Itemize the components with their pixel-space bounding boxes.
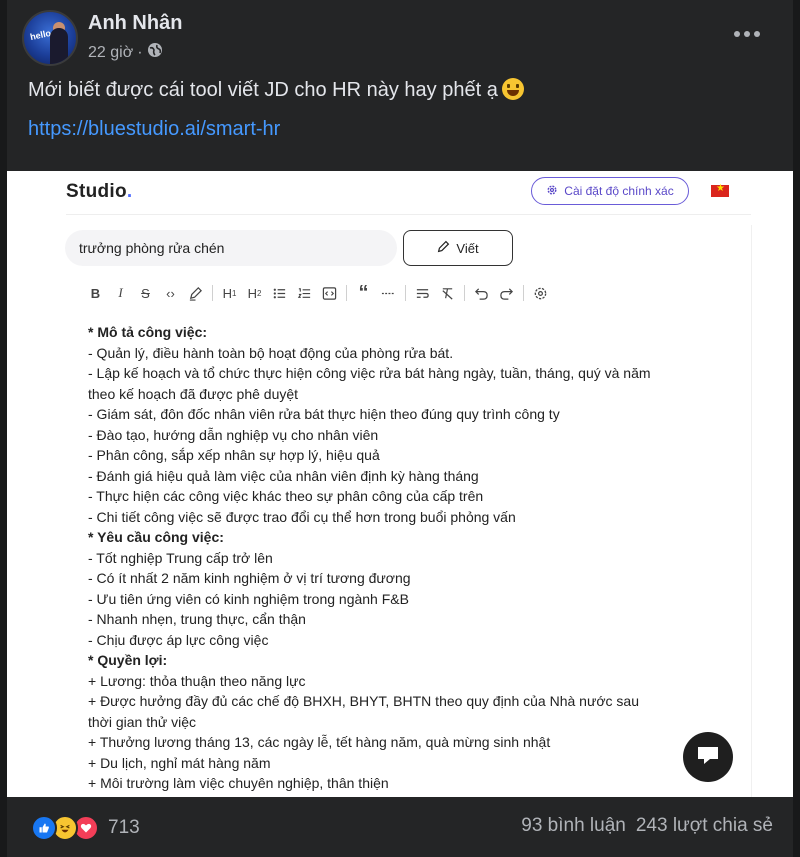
author-name[interactable]: Anh Nhân [88,12,182,35]
content-line: - Lập kế hoạch và tổ chức thực hiện công… [88,365,651,381]
globe-icon [147,42,163,63]
post-header: hello Anh Nhân 22 giờ · [22,10,762,66]
studio-logo-text: Studio [66,181,127,202]
toolbar-separator [346,285,347,301]
avatar[interactable]: hello [22,10,78,66]
bullet-list-icon[interactable] [267,283,292,303]
post-text-content: Mới biết được cái tool viết JD cho HR nà… [28,79,498,101]
content-line: - Chi tiết công việc sẽ được trao đổi cụ… [88,508,516,525]
reactions-summary[interactable]: 713 [31,815,140,841]
clear-format-icon[interactable] [435,283,460,303]
content-line: thời gian thử việc [88,713,197,730]
post-time[interactable]: 22 giờ [88,44,133,62]
gear-icon [546,184,558,199]
more-options-icon[interactable] [732,24,762,44]
meta-separator: · [137,43,143,61]
content-line: - Nhanh nhẹn, trung thực, cẩn thận [88,611,306,627]
grinning-emoji-icon [501,78,524,100]
content-line: - Có ít nhất 2 năm kinh nghiệm ở vị trí … [88,570,411,586]
heading1-icon[interactable]: H1 [217,283,242,303]
post-text: Mới biết được cái tool viết JD cho HR nà… [28,78,524,102]
toolbar-separator [405,285,406,301]
quote-icon[interactable]: “ [351,282,376,304]
post-footer: 713 93 bình luận 243 lượt chia sẻ [7,797,793,857]
content-line: + Môi trường làm việc chuyên nghiệp, thâ… [88,775,389,791]
content-line: - Ưu tiên ứng viên có kinh nghiệm trong … [88,590,409,607]
section-heading: * Quyền lợi: [88,652,168,668]
app-screenshot[interactable]: Studio. Cài đặt độ chính xác trưởng phòn… [7,171,793,797]
studio-logo: Studio. [66,181,133,203]
content-line: - Phân công, sắp xếp nhân sự hợp lý, hiệ… [88,447,380,463]
section-heading: * Mô tả công việc: [88,324,208,340]
job-description-content[interactable]: * Mô tả công việc: - Quản lý, điều hành t… [88,322,738,794]
horizontal-rule-icon[interactable] [376,283,401,303]
chat-icon [696,744,720,771]
content-line: - Đào tạo, hướng dẫn nghiệp vụ cho nhân … [88,426,379,443]
reaction-count[interactable]: 713 [108,817,140,839]
shares-count[interactable]: 243 lượt chia sẻ [636,815,773,837]
accuracy-settings-label: Cài đặt độ chính xác [564,184,674,198]
editor-scrollbar[interactable] [751,225,752,797]
write-button[interactable]: Viết [403,230,513,266]
pencil-icon [437,240,450,256]
comments-count[interactable]: 93 bình luận [521,815,626,837]
redo-icon[interactable] [494,283,519,303]
job-title-value: trưởng phòng rửa chén [79,240,225,256]
content-line: + Du lịch, nghỉ mát hàng năm [88,754,271,771]
content-line: - Chịu được áp lực công việc [88,631,269,648]
content-line: theo kế hoạch đã được phê duyệt [88,385,299,402]
studio-logo-dot: . [126,181,133,202]
section-heading: * Yêu cầu công việc: [88,529,224,545]
post-link[interactable]: https://bluestudio.ai/smart-hr [28,118,280,141]
write-button-label: Viết [456,240,479,256]
highlighter-icon[interactable] [183,283,208,303]
strikethrough-icon[interactable]: S [133,283,158,303]
content-line: - Giám sát, đôn đốc nhân viên rửa bát th… [88,406,560,422]
content-line: + Được hưởng đầy đủ các chế độ BHXH, BHY… [88,693,639,709]
italic-icon[interactable]: I [108,283,133,303]
chat-widget-button[interactable] [683,732,733,782]
post-stats: 93 bình luận 243 lượt chia sẻ [521,815,773,837]
avatar-caption-art: hello [29,27,52,43]
settings-icon[interactable] [528,283,553,303]
toolbar-separator [212,285,213,301]
accuracy-settings-button[interactable]: Cài đặt độ chính xác [531,177,689,205]
undo-icon[interactable] [469,283,494,303]
wrap-icon[interactable] [410,283,435,303]
code-block-icon[interactable] [317,283,342,303]
header-divider [66,214,751,215]
vietnam-flag-icon[interactable] [711,183,729,197]
toolbar-separator [523,285,524,301]
content-line: + Lương: thỏa thuận theo năng lực [88,672,306,689]
content-line: - Quản lý, điều hành toàn bộ hoạt động c… [88,344,454,361]
avatar-body-art [50,28,68,64]
ordered-list-icon[interactable] [292,283,317,303]
code-icon[interactable]: ‹› [158,283,183,303]
heading2-icon[interactable]: H2 [242,283,267,303]
like-reaction-icon [31,815,57,841]
post-meta: 22 giờ · [88,42,163,63]
content-line: - Đánh giá hiệu quả làm việc của nhân vi… [88,467,479,484]
editor-toolbar: B I S ‹› H1 H2 “ [83,282,553,304]
content-line: + Thưởng lương tháng 13, các ngày lễ, tế… [88,734,551,750]
content-line: - Tốt nghiệp Trung cấp trở lên [88,549,273,566]
toolbar-separator [464,285,465,301]
content-line: - Thực hiện các công việc khác theo sự p… [88,488,484,504]
bold-icon[interactable]: B [83,283,108,303]
